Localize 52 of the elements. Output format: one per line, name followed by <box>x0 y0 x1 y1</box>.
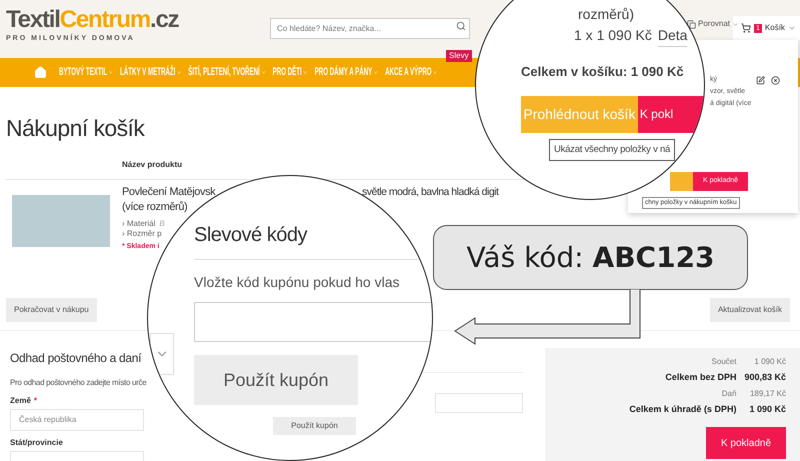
close-icon[interactable] <box>771 76 780 85</box>
cart-item-text: rozměrů) <box>578 5 634 24</box>
product-option: › Materiál <box>122 219 156 229</box>
state-label: Stát/provincie <box>10 437 63 449</box>
update-cart-button[interactable]: Aktualizovat košík <box>710 298 790 322</box>
caret-icon <box>732 20 740 28</box>
callout-box: Váš kód: ABC123 <box>433 225 748 290</box>
summary-value: 1 090 Kč <box>749 402 786 416</box>
summary-label: Součet <box>712 356 736 368</box>
shipping-title: Odhad poštovného a daní <box>10 350 142 366</box>
view-cart-button[interactable] <box>670 172 693 191</box>
summary-value: 1 090 Kč <box>754 356 786 368</box>
apply-coupon-button[interactable]: Použít kupón <box>273 417 356 435</box>
summary-label: Celkem k úhradě (s DPH) <box>629 402 736 416</box>
collapse-toggle[interactable] <box>150 333 174 375</box>
checkout-button[interactable]: K pokladně <box>706 427 786 459</box>
product-title[interactable]: světle modrá, bavlna hladká digit <box>362 185 498 200</box>
page-title: Nákupní košík <box>6 114 144 143</box>
caret-icon <box>788 24 796 32</box>
search-icon[interactable] <box>456 21 466 31</box>
coupon-input-field[interactable] <box>435 393 523 413</box>
search-field[interactable]: Co hledáte? Název, značka... <box>270 18 470 39</box>
summary-value: 900,83 Kč <box>744 371 786 384</box>
summary-label: Celkem bez DPH <box>665 371 736 384</box>
continue-shopping-button[interactable]: Pokračovat v nákupu <box>6 298 97 322</box>
coupon-title: Slevové kódy <box>194 223 307 248</box>
apply-coupon-button[interactable]: Použít kupón <box>194 355 358 405</box>
compare-link[interactable]: Porovnat <box>687 18 740 30</box>
coupon-code-field[interactable] <box>194 302 432 342</box>
column-header: Název produktu <box>122 158 182 170</box>
tooltip: Ukázat všechny položky v ná <box>549 138 676 160</box>
sale-badge[interactable]: Slevy <box>446 50 472 62</box>
checkout-button[interactable]: K pokl <box>638 96 704 132</box>
cart-icon <box>741 23 751 33</box>
country-label: Země <box>10 395 31 407</box>
summary-value: 189,17 Kč <box>750 388 786 400</box>
compare-icon <box>687 20 696 28</box>
shipping-hint: Pro odhad poštovného zadejte místo urče <box>10 377 146 389</box>
option-value: B <box>159 219 165 229</box>
product-title[interactable]: Povlečení Matějovsk <box>122 185 216 200</box>
country-select[interactable]: Česká republika <box>10 409 144 431</box>
edit-icon[interactable] <box>756 76 765 85</box>
summary-label: Daň <box>722 388 736 400</box>
required-mark: * <box>34 395 38 407</box>
product-option: › Rozměr p <box>122 229 162 239</box>
cart-item-quantity: 1 x 1 090 Kč <box>574 26 652 45</box>
home-icon[interactable] <box>34 66 47 79</box>
cart-total: Celkem v košíku: 1 090 Kč <box>521 63 684 81</box>
site-logo[interactable]: TextilCentrum.cz <box>6 6 178 34</box>
product-title[interactable]: (více rozměrů) <box>122 200 188 215</box>
detail-link[interactable]: Deta <box>658 24 688 47</box>
coupon-hint: Vložte kód kupónu pokud ho vlas <box>194 273 400 292</box>
